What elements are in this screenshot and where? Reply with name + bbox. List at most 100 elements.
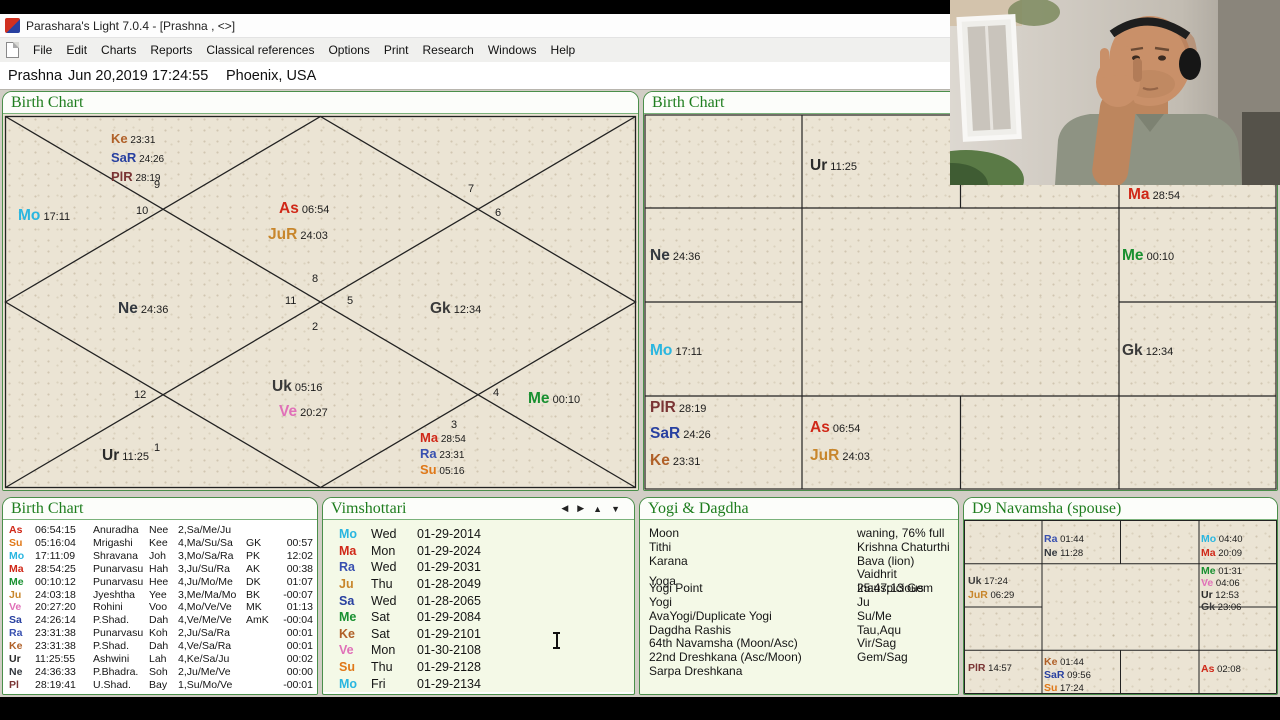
table-row: Ve20:27:20RohiniVoo4,Mo/Ve/VeMK01:13 <box>3 601 317 614</box>
table-row: Ma28:54:25PunarvasuHah3,Ju/Su/RaAK00:38 <box>3 563 317 576</box>
document-icon[interactable] <box>6 42 19 58</box>
dasha-row[interactable]: MeSat01-29-2084 <box>323 609 634 626</box>
planet-table: As06:54:15AnuradhaNee2,Sa/Me/JuSu05:16:0… <box>3 520 317 694</box>
chart-location: Phoenix, USA <box>226 68 316 84</box>
d9-navamsha-chart[interactable]: Ra 01:44Ne 11:28Mo 04:40Ma 20:09Uk 17:24… <box>964 520 1277 694</box>
planet-Su: Su 17:24 <box>1044 679 1084 695</box>
menu-item-print[interactable]: Print <box>377 43 416 57</box>
house-number-12: 12 <box>134 390 146 401</box>
panel-d9-navamsha: D9 Navamsha (spouse) <box>963 497 1278 695</box>
panel-header: D9 Navamsha (spouse) <box>964 498 1277 520</box>
planet-Su: Su 05:16 <box>420 462 464 478</box>
planet-Me: Me 00:10 <box>528 391 580 407</box>
dasha-row[interactable]: RaWed01-29-2031 <box>323 559 634 576</box>
menu-item-reports[interactable]: Reports <box>143 43 199 57</box>
planet-JuR: JuR 24:03 <box>810 448 870 464</box>
yogi-row: Dagdha RashisTau,Aqu <box>640 623 958 637</box>
table-row: Pl28:19:41U.Shad.Bay1,Su/Mo/Ve-00:01 <box>3 678 317 691</box>
menu-item-options[interactable]: Options <box>321 43 376 57</box>
panel-title: D9 Navamsha (spouse) <box>972 500 1121 518</box>
yogi-dagdha-list: Moonwaning, 76% fullTithiKrishna Chaturt… <box>640 520 958 694</box>
yogi-row: YogiJu <box>640 595 958 609</box>
menu-item-charts[interactable]: Charts <box>94 43 143 57</box>
house-number-6: 6 <box>495 208 501 219</box>
right-eye <box>1158 55 1166 60</box>
headphone-cup <box>1179 48 1201 80</box>
window-title: Parashara's Light 7.0.4 - [Prashna , <>] <box>26 19 235 33</box>
planet-As: As 06:54 <box>279 201 329 217</box>
house-number-10: 10 <box>136 206 148 217</box>
yogi-row: Sarpa Dreshkana <box>640 664 958 678</box>
table-row: Me00:10:12PunarvasuHee4,Ju/Mo/MeDK01:07 <box>3 575 317 588</box>
north-chart[interactable]: Ke 23:31SaR 24:26PlR 28:19Mo 17:11As 06:… <box>3 114 638 490</box>
menu-item-help[interactable]: Help <box>544 43 583 57</box>
table-row: Ne24:36:33P.Bhadra.Soh2,Ju/Me/Ve00:00 <box>3 665 317 678</box>
house-number-4: 4 <box>493 388 499 399</box>
yogi-row: KaranaBava (lion) <box>640 554 958 568</box>
webcam-overlay <box>950 0 1280 185</box>
prev-arrow-icon[interactable]: ◀ <box>561 503 568 514</box>
down-arrow-icon[interactable]: ▼ <box>611 504 620 514</box>
menu-item-classical-references[interactable]: Classical references <box>199 43 321 57</box>
dasha-row[interactable]: KeSat01-29-2101 <box>323 626 634 643</box>
north-chart-lines <box>3 114 638 490</box>
table-row: Ur11:25:55AshwiniLah4,Ke/Sa/Ju00:02 <box>3 652 317 665</box>
panel-title: Birth Chart <box>652 94 724 112</box>
house-number-1: 1 <box>154 443 160 454</box>
dasha-row[interactable]: JuThu01-28-2049 <box>323 576 634 593</box>
vimshottari-list: MoWed01-29-2014MaMon01-29-2024RaWed01-29… <box>323 520 634 692</box>
dasha-row[interactable]: VeMon01-30-2108 <box>323 642 634 659</box>
dasha-row[interactable]: SaWed01-28-2065 <box>323 592 634 609</box>
table-row: Sa24:26:14P.Shad.Dah4,Ve/Me/VeAmK-00:04 <box>3 614 317 627</box>
menu-item-research[interactable]: Research <box>416 43 481 57</box>
panel-yogi-dagdha: Yogi & Dagdha Moonwaning, 76% fullTithiK… <box>639 497 959 695</box>
planet-Ne: Ne 11:28 <box>1044 544 1083 560</box>
chart-datetime: Jun 20,2019 17:24:55 <box>68 68 208 84</box>
panel-header: Birth Chart <box>3 92 638 114</box>
yogi-row: AvaYogi/Duplicate YogiSu/Me <box>640 609 958 623</box>
planet-Mo: Mo 17:11 <box>18 208 70 224</box>
dasha-row[interactable]: MaMon01-29-2024 <box>323 543 634 560</box>
planet-Ma: Ma 20:09 <box>1201 544 1242 560</box>
planet-As: As 06:54 <box>810 420 860 436</box>
app-icon <box>5 18 20 33</box>
menu-item-file[interactable]: File <box>26 43 59 57</box>
menu-item-windows[interactable]: Windows <box>481 43 544 57</box>
planet-JuR: JuR 06:29 <box>968 586 1014 602</box>
planet-Ne: Ne 24:36 <box>650 248 700 264</box>
table-row: Ra23:31:38PunarvasuKoh2,Ju/Sa/Ra00:01 <box>3 627 317 640</box>
text-cursor-icon <box>551 632 562 649</box>
panel-title: Yogi & Dagdha <box>648 500 749 518</box>
house-number-9: 9 <box>154 180 160 191</box>
house-number-3: 3 <box>451 420 457 431</box>
house-number-8: 8 <box>312 274 318 285</box>
yogi-row: TithiKrishna Chaturthi <box>640 540 958 554</box>
planet-Ke: Ke 23:31 <box>111 131 155 147</box>
house-number-11: 11 <box>285 296 296 307</box>
dasha-row[interactable]: SuThu01-29-2128 <box>323 659 634 676</box>
dasha-row[interactable]: MoWed01-29-2014 <box>323 526 634 543</box>
panel-title: Birth Chart <box>11 94 83 112</box>
panel-birth-chart-north: Birth Chart Ke 23:31SaR 24:26PlR 28:19Mo… <box>2 91 639 491</box>
planet-Gk: Gk 12:34 <box>1122 343 1173 359</box>
up-arrow-icon[interactable]: ▲ <box>593 504 602 514</box>
dark-corner <box>1242 112 1280 185</box>
yogi-row: 64th Navamsha (Moon/Asc)Vir/Sag <box>640 636 958 650</box>
panel-title: Birth Chart <box>11 500 83 518</box>
planet-Ra: Ra 23:31 <box>420 446 464 462</box>
panel-title: Vimshottari <box>331 500 406 518</box>
planet-JuR: JuR 24:03 <box>268 227 328 243</box>
menu-item-edit[interactable]: Edit <box>59 43 94 57</box>
dasha-row[interactable]: MoFri01-29-2134 <box>323 675 634 692</box>
planet-SaR: SaR 24:26 <box>650 426 711 442</box>
yogi-row: 22nd Dreshkana (Asc/Moon)Gem/Sag <box>640 650 958 664</box>
planet-Ke: Ke 23:31 <box>650 453 700 469</box>
planet-Mo: Mo 17:11 <box>650 343 702 359</box>
yogi-row: YogaVaidhrit Inauspicious <box>640 567 958 581</box>
planet-Ma: Ma 28:54 <box>1128 187 1180 203</box>
house-number-2: 2 <box>312 322 318 333</box>
screen: Parashara's Light 7.0.4 - [Prashna , <>]… <box>0 0 1280 720</box>
house-number-5: 5 <box>347 296 353 307</box>
panel-planet-table: Birth Chart As06:54:15AnuradhaNee2,Sa/Me… <box>2 497 318 695</box>
next-arrow-icon[interactable]: ▶ <box>577 503 584 514</box>
